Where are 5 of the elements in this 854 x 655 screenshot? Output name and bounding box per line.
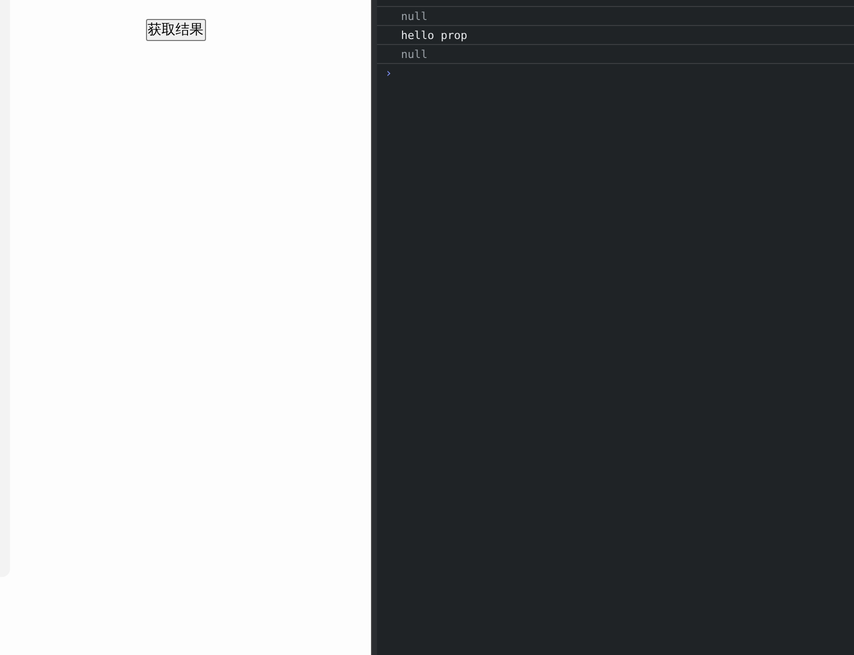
get-result-button[interactable]: 获取结果 (146, 19, 206, 41)
console-message: hello prop (377, 25, 854, 44)
console-prompt[interactable]: › (377, 63, 854, 84)
console-message: null (377, 44, 854, 63)
console-message: null (377, 6, 854, 25)
